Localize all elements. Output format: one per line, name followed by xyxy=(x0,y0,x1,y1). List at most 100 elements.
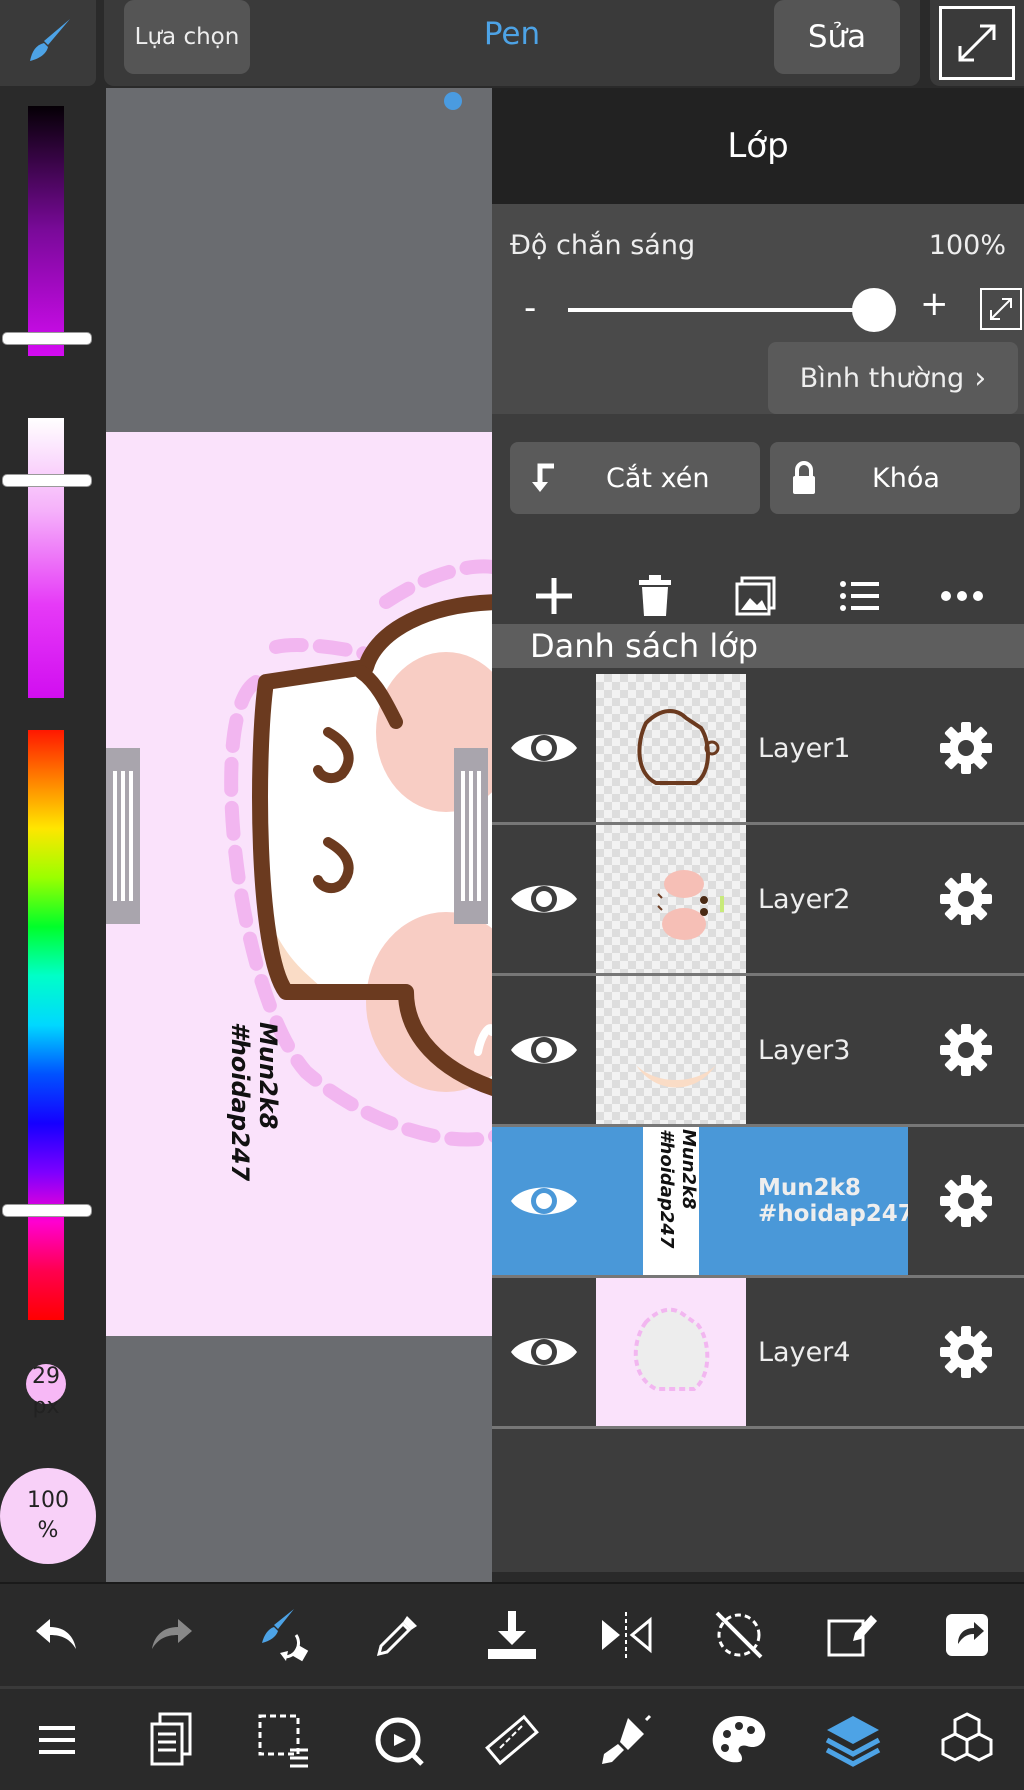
eyedropper-button[interactable] xyxy=(368,1605,428,1665)
layer-list-icon[interactable] xyxy=(837,574,881,618)
pages-button[interactable] xyxy=(141,1710,201,1770)
visibility-toggle[interactable] xyxy=(492,1278,596,1426)
ruler-button[interactable] xyxy=(482,1710,542,1770)
layer-settings-button[interactable] xyxy=(908,976,1024,1124)
brush-icon xyxy=(30,19,70,61)
eye-icon xyxy=(511,885,577,913)
material-button[interactable] xyxy=(596,1710,656,1770)
layer-name[interactable]: Mun2k8 #hoidap247 xyxy=(746,1127,914,1275)
layer-name[interactable]: Layer1 xyxy=(746,674,908,822)
opacity-slider-track[interactable] xyxy=(568,308,868,312)
layer-name[interactable]: Layer4 xyxy=(746,1278,908,1426)
canvas-area[interactable]: Mun2k8 #hoidap247 xyxy=(106,88,492,1582)
saturation-bar[interactable] xyxy=(28,418,64,698)
hue-handle[interactable] xyxy=(2,1204,92,1217)
brightness-handle[interactable] xyxy=(2,332,92,345)
visibility-toggle[interactable] xyxy=(492,976,596,1124)
brush-size-readout[interactable]: 29 px xyxy=(10,1362,82,1422)
layer-name[interactable]: Layer2 xyxy=(746,825,908,973)
eye-icon xyxy=(511,1187,577,1215)
rotate-lock-button[interactable] xyxy=(709,1605,769,1665)
opacity-minus-button[interactable]: - xyxy=(524,288,536,328)
left-resize-handle[interactable] xyxy=(106,748,140,924)
color-sidebar: 29 px 100 % xyxy=(0,92,106,1582)
fullscreen-button[interactable] xyxy=(930,0,1024,86)
opacity-slider-knob[interactable] xyxy=(852,288,896,332)
flip-button[interactable] xyxy=(596,1605,656,1665)
transform-tool-button[interactable] xyxy=(368,1710,428,1770)
brush-opacity-button[interactable]: 100 % xyxy=(0,1468,96,1564)
brush-swap-button[interactable] xyxy=(254,1605,314,1665)
palette-icon xyxy=(713,1715,766,1762)
transform-button[interactable] xyxy=(823,1605,883,1665)
menu-button[interactable] xyxy=(27,1710,87,1770)
gear-icon xyxy=(940,873,992,925)
layer-name-line1: Mun2k8 xyxy=(758,1175,861,1201)
page-dot-active[interactable] xyxy=(444,92,462,110)
layers-button[interactable] xyxy=(823,1710,883,1770)
visibility-toggle[interactable] xyxy=(492,825,596,973)
undo-button[interactable] xyxy=(27,1605,87,1665)
save-button[interactable] xyxy=(482,1605,542,1665)
opacity-plus-button[interactable]: + xyxy=(920,284,949,324)
gear-icon xyxy=(940,1024,992,1076)
gear-icon xyxy=(940,1175,992,1227)
text-thumb-line1: Mun2k8 xyxy=(678,1129,699,1210)
opacity-value: 100% xyxy=(928,230,1006,261)
opacity-label: Độ chắn sáng xyxy=(510,230,696,261)
selection-tool-button[interactable] xyxy=(254,1710,314,1770)
layer-row[interactable]: Layer2 xyxy=(492,825,1024,976)
more-icon[interactable] xyxy=(940,574,984,618)
rotate-icon xyxy=(375,1717,424,1766)
clip-arrow-icon xyxy=(532,463,554,492)
layer-settings-button[interactable] xyxy=(908,1278,1024,1426)
share-button[interactable] xyxy=(937,1605,997,1665)
color-palette-button[interactable] xyxy=(709,1710,769,1770)
layers-icon xyxy=(826,1715,881,1767)
opacity-expand-button[interactable] xyxy=(980,288,1022,330)
clipping-button[interactable]: Cắt xén xyxy=(510,442,760,514)
layer-settings-button[interactable] xyxy=(908,1127,1024,1275)
rotate-off-icon xyxy=(716,1611,763,1659)
lock-icon xyxy=(793,461,815,494)
image-layer-icon[interactable] xyxy=(734,574,778,618)
blend-mode-button[interactable]: Bình thường › xyxy=(768,342,1018,414)
cubes-icon xyxy=(941,1711,993,1762)
layer-panel: Lớp Độ chắn sáng 100% - + Bình thường › … xyxy=(492,88,1024,1572)
selection-button[interactable]: Lựa chọn xyxy=(124,0,250,74)
right-resize-handle[interactable] xyxy=(454,748,488,924)
eye-icon xyxy=(511,1338,577,1366)
saturation-handle[interactable] xyxy=(2,474,92,487)
layer-settings-button[interactable] xyxy=(908,825,1024,973)
hue-bar[interactable] xyxy=(28,730,64,1320)
layer-settings-button[interactable] xyxy=(908,674,1024,822)
layer-row-active[interactable]: Mun2k8 #hoidap247 Mun2k8 #hoidap247 xyxy=(492,1127,1024,1278)
layer-row[interactable]: Layer4 xyxy=(492,1278,1024,1429)
layer-thumbnail: Mun2k8 #hoidap247 xyxy=(596,1127,746,1275)
ruler-icon xyxy=(485,1714,539,1765)
3d-button[interactable] xyxy=(937,1710,997,1770)
pages-icon xyxy=(150,1712,192,1765)
brush-tool-button[interactable] xyxy=(0,0,96,86)
add-layer-icon[interactable] xyxy=(532,574,576,618)
visibility-toggle[interactable] xyxy=(492,674,596,822)
layer-list-header: Danh sách lớp xyxy=(492,624,1024,668)
redo-button[interactable] xyxy=(141,1605,201,1665)
current-tool-label[interactable]: Pen xyxy=(440,16,584,52)
visibility-toggle[interactable] xyxy=(492,1127,596,1275)
layer-list: Layer1 Layer2 Layer3 Mun2k8 #hoidap247 M… xyxy=(492,674,1024,1429)
lock-button[interactable]: Khóa xyxy=(770,442,1020,514)
character-artwork xyxy=(224,559,492,1147)
layer-name[interactable]: Layer3 xyxy=(746,976,908,1124)
top-bar: Lựa chọn Pen Sửa xyxy=(0,0,1024,92)
expand-icon xyxy=(990,298,1012,320)
artboard[interactable]: Mun2k8 #hoidap247 xyxy=(106,432,492,1336)
trash-icon[interactable] xyxy=(635,574,675,618)
layer-row[interactable]: Layer3 xyxy=(492,976,1024,1127)
brightness-bar[interactable] xyxy=(28,106,64,356)
material-icon xyxy=(601,1714,651,1764)
fullscreen-icon xyxy=(939,6,1015,80)
edit-button[interactable]: Sửa xyxy=(774,0,900,74)
blend-mode-label: Bình thường xyxy=(799,362,965,394)
layer-row[interactable]: Layer1 xyxy=(492,674,1024,825)
